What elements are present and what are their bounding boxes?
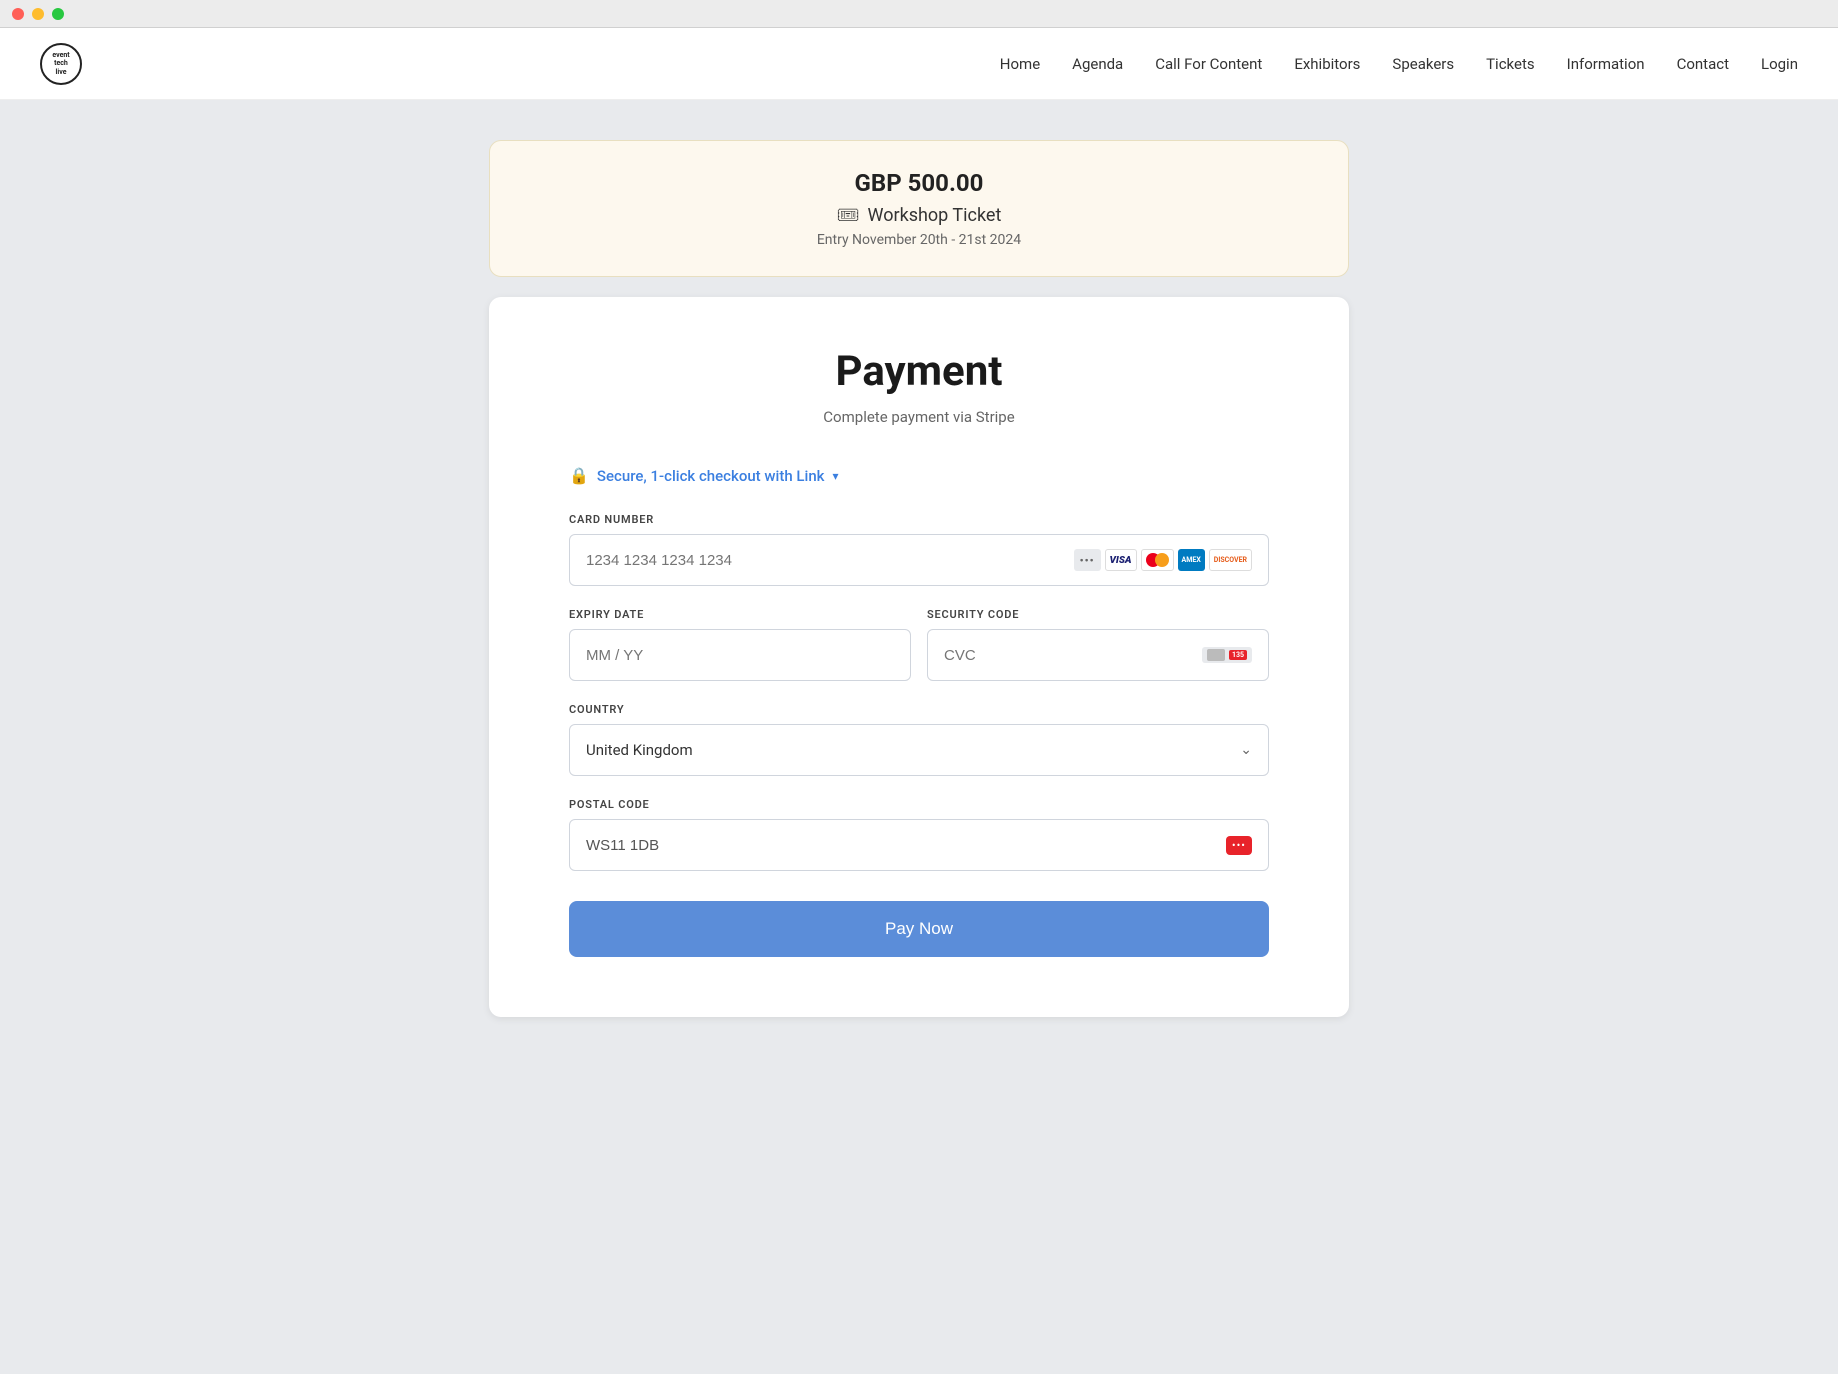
- logo-icon: event tech live: [40, 43, 82, 85]
- card-number-label: CARD NUMBER: [569, 513, 1269, 526]
- nav-item-exhibitors[interactable]: Exhibitors: [1294, 54, 1360, 73]
- close-button[interactable]: [12, 8, 24, 20]
- cvc-input[interactable]: [944, 647, 1202, 664]
- minimize-button[interactable]: [32, 8, 44, 20]
- payment-title: Payment: [569, 347, 1269, 396]
- navigation: event tech live Home Agenda Call For Con…: [0, 28, 1838, 100]
- nav-links: Home Agenda Call For Content Exhibitors …: [1000, 54, 1798, 73]
- nav-link-exhibitors[interactable]: Exhibitors: [1294, 55, 1360, 73]
- security-code-label: SECURITY CODE: [927, 608, 1269, 621]
- card-number-input[interactable]: [586, 552, 1074, 569]
- logo: event tech live: [40, 43, 82, 85]
- chevron-down-icon: ▾: [833, 469, 839, 483]
- country-label: COUNTRY: [569, 703, 1269, 716]
- nav-link-information[interactable]: Information: [1567, 55, 1645, 73]
- postal-code-label: POSTAL CODE: [569, 798, 1269, 811]
- nav-item-agenda[interactable]: Agenda: [1072, 54, 1123, 73]
- postal-dots-icon: •••: [1226, 836, 1252, 855]
- maximize-button[interactable]: [52, 8, 64, 20]
- postal-code-input-wrapper[interactable]: •••: [569, 819, 1269, 871]
- cvc-input-wrapper[interactable]: 135: [927, 629, 1269, 681]
- cvc-badge: 135: [1229, 650, 1247, 660]
- expiry-label: EXPIRY DATE: [569, 608, 911, 621]
- payment-subtitle: Complete payment via Stripe: [569, 408, 1269, 426]
- ticket-name-text: Workshop Ticket: [868, 205, 1002, 226]
- country-chevron-icon: ⌄: [1240, 742, 1252, 758]
- country-select[interactable]: United Kingdom ⌄: [569, 724, 1269, 776]
- logo-text: event tech live: [52, 51, 69, 76]
- card-number-input-wrapper[interactable]: ••• VISA AMEX DISCOVER: [569, 534, 1269, 586]
- mc-circle-right: [1155, 553, 1169, 567]
- card-number-field-group: CARD NUMBER ••• VISA AMEX DISCOVER: [569, 513, 1269, 586]
- country-value: United Kingdom: [586, 741, 693, 759]
- secure-checkout-label: Secure, 1-click checkout with Link: [597, 467, 825, 485]
- nav-item-tickets[interactable]: Tickets: [1486, 54, 1535, 73]
- nav-link-login[interactable]: Login: [1761, 55, 1798, 73]
- page: event tech live Home Agenda Call For Con…: [0, 28, 1838, 1342]
- visa-icon: VISA: [1105, 549, 1137, 571]
- mastercard-icon: [1141, 549, 1174, 571]
- secure-checkout-link[interactable]: 🔒 Secure, 1-click checkout with Link ▾: [569, 466, 1269, 485]
- ticket-dates: Entry November 20th - 21st 2024: [530, 232, 1308, 248]
- postal-code-field-group: POSTAL CODE •••: [569, 798, 1269, 871]
- nav-link-speakers[interactable]: Speakers: [1392, 55, 1454, 73]
- ticket-icon: 🎟: [837, 205, 860, 226]
- cvc-card-shape: [1207, 649, 1225, 661]
- expiry-input[interactable]: [586, 647, 894, 664]
- expiry-security-row: EXPIRY DATE SECURITY CODE 135: [569, 608, 1269, 681]
- postal-code-input[interactable]: [586, 837, 1226, 854]
- nav-item-home[interactable]: Home: [1000, 54, 1040, 73]
- expiry-field-group: EXPIRY DATE: [569, 608, 911, 681]
- payment-card: Payment Complete payment via Stripe 🔒 Se…: [489, 297, 1349, 1017]
- lock-icon: 🔒: [569, 466, 589, 485]
- nav-item-login[interactable]: Login: [1761, 54, 1798, 73]
- nav-link-home[interactable]: Home: [1000, 55, 1040, 73]
- security-code-field-group: SECURITY CODE 135: [927, 608, 1269, 681]
- ticket-price: GBP 500.00: [530, 169, 1308, 197]
- discover-icon: DISCOVER: [1209, 549, 1252, 571]
- ticket-name: 🎟 Workshop Ticket: [530, 205, 1308, 226]
- country-field-group: COUNTRY United Kingdom ⌄: [569, 703, 1269, 776]
- card-icons-group: ••• VISA AMEX DISCOVER: [1074, 549, 1252, 571]
- content-area: GBP 500.00 🎟 Workshop Ticket Entry Novem…: [469, 100, 1369, 1077]
- ticket-summary-card: GBP 500.00 🎟 Workshop Ticket Entry Novem…: [489, 140, 1349, 277]
- expiry-input-wrapper[interactable]: [569, 629, 911, 681]
- pay-now-button[interactable]: Pay Now: [569, 901, 1269, 957]
- card-dots-icon: •••: [1074, 549, 1101, 571]
- nav-item-contact[interactable]: Contact: [1677, 54, 1729, 73]
- nav-link-call-for-content[interactable]: Call For Content: [1155, 55, 1262, 73]
- nav-item-call-for-content[interactable]: Call For Content: [1155, 54, 1262, 73]
- amex-icon: AMEX: [1178, 549, 1205, 571]
- cvc-icon: 135: [1202, 647, 1252, 663]
- nav-item-speakers[interactable]: Speakers: [1392, 54, 1454, 73]
- nav-link-contact[interactable]: Contact: [1677, 55, 1729, 73]
- titlebar: [0, 0, 1838, 28]
- nav-item-information[interactable]: Information: [1567, 54, 1645, 73]
- nav-link-tickets[interactable]: Tickets: [1486, 55, 1535, 73]
- nav-link-agenda[interactable]: Agenda: [1072, 55, 1123, 73]
